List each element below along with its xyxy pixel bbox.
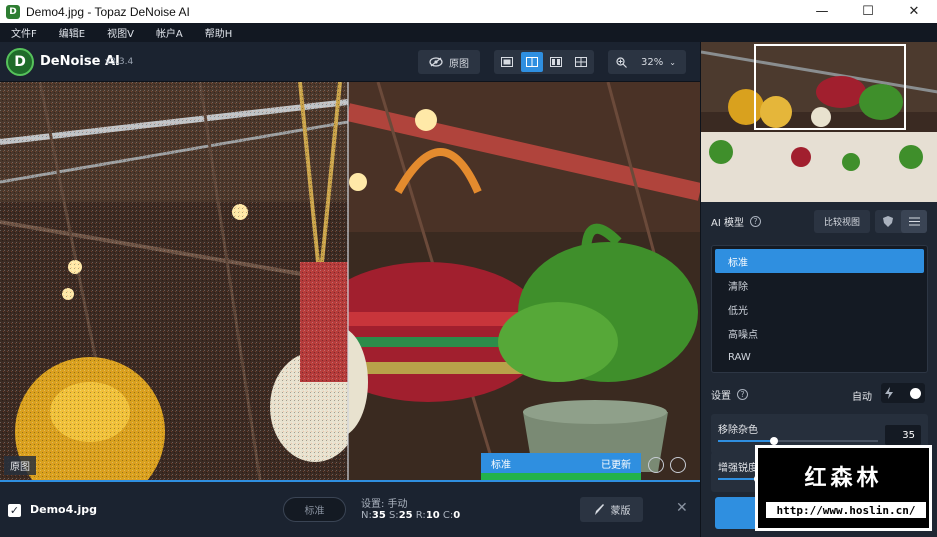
watermark-url: http://www.hoslin.cn/	[766, 502, 926, 518]
smile-face-icon[interactable]	[648, 457, 664, 473]
model-item-standard[interactable]: 标准	[715, 249, 924, 273]
image-canvas[interactable]: 原图 标准 已更新	[0, 82, 700, 480]
mask-button[interactable]: 蒙版	[580, 497, 643, 522]
ai-model-header: AI 模型 ?	[711, 214, 761, 229]
auto-label: 自动	[852, 392, 872, 403]
zoom-level: 32%	[641, 56, 664, 68]
menu-file[interactable]: 文件F	[0, 25, 48, 40]
watermark-title: 红森林	[804, 466, 883, 491]
model-status-tag: 标准 已更新	[481, 453, 641, 473]
settings-values: N:35 S:25 R:10 C:0	[361, 510, 461, 521]
model-mode-toggle	[875, 210, 927, 233]
auto-toggle[interactable]	[881, 383, 925, 403]
title-bar: D Demo4.jpg - Topaz DeNoise AI — ☐ ✕	[0, 0, 937, 23]
settings-label: 设置	[711, 391, 731, 402]
model-item-lowlight[interactable]: 低光	[715, 297, 924, 321]
model-item-raw[interactable]: RAW	[715, 345, 924, 369]
model-item-clear[interactable]: 清除	[715, 273, 924, 297]
ai-model-label: AI 模型	[711, 218, 744, 229]
split-divider-handle[interactable]	[347, 82, 349, 480]
lightning-icon	[885, 387, 893, 399]
window-title: Demo4.jpg - Topaz DeNoise AI	[26, 4, 190, 19]
single-view-button[interactable]	[496, 52, 519, 72]
zoom-icon	[616, 56, 627, 68]
original-toggle-button[interactable]: 原图	[418, 50, 480, 74]
close-file-icon[interactable]: ✕	[676, 500, 688, 516]
sharpen-label: 增强锐度	[718, 463, 758, 474]
file-checkbox[interactable]: ✓	[8, 504, 21, 517]
minimize-button[interactable]: —	[799, 0, 845, 23]
progress-bar	[481, 473, 641, 480]
model-tag-name: 标准	[491, 459, 511, 471]
maximize-button[interactable]: ☐	[845, 0, 891, 23]
split-view-icon	[525, 57, 538, 67]
model-pill-button[interactable]: 标准	[283, 497, 346, 522]
app-icon: D	[6, 4, 20, 19]
shield-mode-button[interactable]	[875, 210, 901, 233]
eye-slash-icon	[429, 57, 443, 67]
remove-noise-track[interactable]	[718, 437, 878, 445]
remove-noise-fill	[718, 440, 774, 442]
denoise-logo-icon: D	[6, 48, 34, 76]
menu-bar: 文件F 编辑E 视图V 帐户A 帮助H	[0, 23, 937, 42]
menu-account[interactable]: 帐户A	[145, 25, 194, 40]
original-label: 原图	[449, 58, 469, 70]
split-view-button[interactable]	[520, 52, 543, 72]
model-tag-status: 已更新	[601, 459, 631, 471]
file-bar: ✓ Demo4.jpg 标准 设置: 手动 N:35 S:25 R:10 C:0…	[0, 480, 700, 537]
remove-noise-label: 移除杂色	[718, 425, 758, 436]
list-icon	[908, 217, 920, 226]
navigator-viewport[interactable]	[754, 44, 906, 130]
file-name: Demo4.jpg	[30, 503, 97, 516]
settings-summary: 设置: 手动	[361, 499, 408, 510]
original-image	[0, 82, 348, 480]
feedback-icons	[648, 457, 686, 473]
mask-label: 蒙版	[610, 506, 631, 517]
help-icon[interactable]: ?	[749, 216, 761, 227]
brush-icon	[594, 503, 604, 515]
original-label-tag: 原图	[4, 456, 36, 475]
brand-version: v3.3.4	[105, 57, 134, 67]
menu-help[interactable]: 帮助H	[194, 25, 244, 40]
single-view-icon	[501, 57, 514, 67]
model-item-severe-noise[interactable]: 高噪点	[715, 321, 924, 345]
zoom-control[interactable]: 32% ⌄	[608, 50, 686, 74]
side-by-side-view-button[interactable]	[545, 52, 568, 72]
toggle-knob	[910, 387, 921, 399]
menu-edit[interactable]: 编辑E	[48, 25, 96, 40]
close-window-button[interactable]: ✕	[891, 0, 937, 23]
ai-model-list: 标准 清除 低光 高噪点 RAW	[711, 245, 928, 373]
sharpen-fill	[718, 478, 758, 480]
view-mode-group	[494, 50, 594, 74]
toolbar: D DeNoise AI v3.3.4 原图 32% ⌄	[0, 42, 700, 82]
window-controls: — ☐ ✕	[799, 0, 937, 23]
settings-header: 设置 ?	[711, 387, 748, 402]
remove-noise-value[interactable]: 35	[885, 425, 921, 445]
menu-view[interactable]: 视图V	[96, 25, 145, 40]
grid-view-icon	[574, 57, 587, 67]
settings-help-icon[interactable]: ?	[737, 389, 748, 400]
shield-icon	[883, 216, 893, 227]
watermark-stamp: 红森林 http://www.hoslin.cn/	[755, 445, 932, 531]
side-by-side-view-icon	[550, 57, 563, 67]
denoised-image	[348, 82, 700, 480]
chevron-down-icon: ⌄	[669, 57, 676, 67]
navigator-thumbnail[interactable]	[701, 42, 937, 202]
remove-noise-thumb[interactable]	[770, 437, 778, 445]
list-mode-button[interactable]	[901, 210, 927, 233]
neutral-face-icon[interactable]	[670, 457, 686, 473]
grid-view-button[interactable]	[570, 52, 593, 72]
compare-view-button[interactable]: 比较视图	[814, 210, 870, 233]
